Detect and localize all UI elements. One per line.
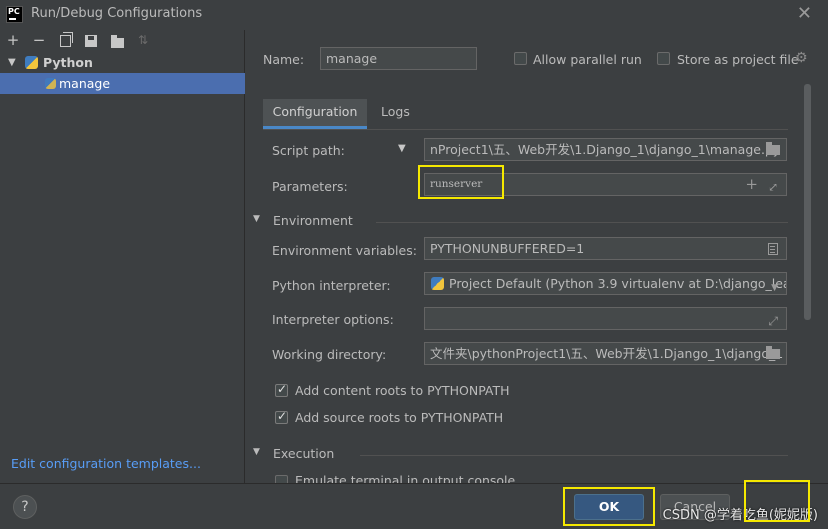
chevron-down-icon[interactable]: ▼ (8, 52, 16, 73)
configuration-panel: Name: manage Allow parallel run Store as… (246, 30, 828, 488)
interp-options-input[interactable]: ⤢ (424, 307, 787, 330)
sidebar-toolbar: + − ⇅ (0, 30, 245, 52)
title-bar: PC Run/Debug Configurations ✕ (0, 0, 828, 30)
highlight-box-apply (744, 480, 810, 522)
tree-item-label: manage (59, 76, 111, 91)
pycharm-app-icon: PC (6, 6, 23, 23)
sort-icon[interactable]: ⇅ (134, 31, 152, 49)
environment-section-label: Environment (273, 213, 353, 228)
parameters-label: Parameters: (272, 179, 348, 194)
configurations-tree: ▼ Python manage (0, 52, 245, 94)
tree-group-label: Python (43, 55, 93, 70)
folder-icon[interactable] (766, 346, 780, 359)
env-vars-label: Environment variables: (272, 243, 417, 258)
store-project-checkbox[interactable] (657, 52, 670, 65)
python-icon (431, 277, 444, 290)
copy-icon[interactable] (56, 31, 74, 49)
environment-section[interactable]: ▼ Environment (253, 213, 353, 228)
script-path-value: nProject1\五、Web开发\1.Django_1\django_1\ma… (430, 142, 781, 157)
tree-item-manage[interactable]: manage (0, 73, 245, 94)
document-icon[interactable] (768, 243, 778, 255)
help-button[interactable]: ? (13, 495, 37, 519)
working-dir-label: Working directory: (272, 347, 387, 362)
chevron-down-icon[interactable]: ▼ (771, 278, 778, 294)
content-roots-checkbox[interactable] (275, 382, 288, 397)
execution-section[interactable]: ▼ Execution (253, 446, 335, 461)
highlight-box-parameters (418, 165, 504, 199)
edit-templates-link[interactable]: Edit configuration templates... (11, 456, 201, 471)
folder-icon[interactable] (766, 142, 780, 155)
source-roots-checkbox[interactable] (275, 409, 288, 424)
tab-configuration[interactable]: Configuration (263, 99, 367, 129)
chevron-down-icon[interactable]: ▼ (253, 214, 260, 224)
tab-logs[interactable]: Logs (381, 99, 410, 129)
python-icon (25, 56, 38, 69)
expand-icon[interactable]: ⤢ (768, 311, 778, 329)
chevron-down-icon[interactable]: ▼ (398, 143, 406, 154)
source-roots-label: Add source roots to PYTHONPATH (295, 410, 504, 425)
tree-group-python[interactable]: ▼ Python (0, 52, 245, 73)
content-roots-label: Add content roots to PYTHONPATH (295, 383, 510, 398)
script-path-label: Script path: (272, 143, 345, 158)
script-path-input[interactable]: nProject1\五、Web开发\1.Django_1\django_1\ma… (424, 138, 787, 161)
interpreter-label: Python interpreter: (272, 278, 391, 293)
allow-parallel-label: Allow parallel run (533, 52, 642, 67)
plus-icon[interactable]: + (745, 174, 758, 195)
dialog-footer: ? OK Cancel CSDN @学着吃鱼(妮妮版) (0, 480, 828, 529)
section-divider (376, 222, 788, 223)
execution-section-label: Execution (273, 446, 335, 461)
working-dir-input[interactable]: 文件夹\pythonProject1\五、Web开发\1.Django_1\dj… (424, 342, 787, 365)
python-icon (45, 78, 56, 89)
configurations-sidebar: + − ⇅ ▼ Python manage Edit configuration… (0, 30, 245, 483)
section-divider (360, 455, 788, 456)
expand-icon[interactable]: ⤢ (768, 177, 778, 195)
working-dir-value: 文件夹\pythonProject1\五、Web开发\1.Django_1\dj… (430, 346, 784, 361)
folder-plus-icon[interactable] (108, 31, 126, 49)
gear-icon[interactable]: ⚙ (795, 50, 808, 66)
interpreter-value: Project Default (Python 3.9 virtualenv a… (449, 276, 787, 291)
close-icon[interactable]: ✕ (797, 3, 812, 24)
tab-divider (263, 129, 788, 130)
interp-options-label: Interpreter options: (272, 312, 394, 327)
vertical-scrollbar[interactable] (804, 84, 811, 320)
interpreter-select[interactable]: Project Default (Python 3.9 virtualenv a… (424, 272, 787, 295)
store-project-label: Store as project file (677, 52, 799, 67)
plus-icon[interactable]: + (4, 31, 22, 49)
window-title: Run/Debug Configurations (31, 6, 203, 21)
allow-parallel-checkbox[interactable] (514, 52, 527, 65)
name-label: Name: (263, 52, 305, 67)
chevron-down-icon[interactable]: ▼ (253, 447, 260, 457)
env-vars-value: PYTHONUNBUFFERED=1 (430, 241, 585, 256)
minus-icon[interactable]: − (30, 31, 48, 49)
name-input[interactable]: manage (320, 47, 477, 70)
env-vars-input[interactable]: PYTHONUNBUFFERED=1 (424, 237, 787, 260)
save-icon[interactable] (82, 31, 100, 49)
highlight-box-ok (563, 487, 655, 526)
